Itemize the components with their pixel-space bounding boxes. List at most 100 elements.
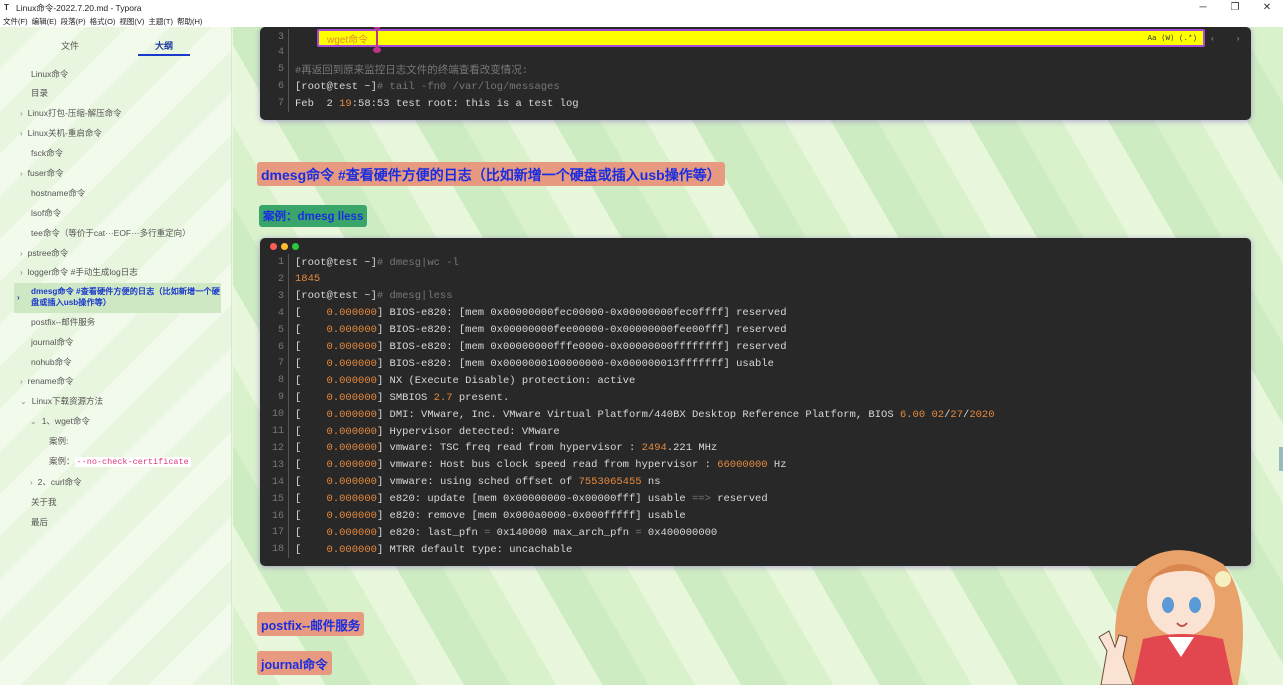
minimize-icon[interactable]: ─ <box>1187 0 1219 15</box>
code-line: 11 [ 0.000000] Hypervisor detected: VMwar… <box>260 423 560 440</box>
code-text: [ <box>295 493 327 506</box>
outline-item-label: 最后 <box>31 517 49 527</box>
green-dot-icon <box>292 243 299 250</box>
outline-item[interactable]: fsck命令 <box>31 147 63 159</box>
code-prompt: [root@test ~] <box>295 80 377 93</box>
outline-item[interactable]: 关于我 <box>31 496 57 508</box>
code-number: 2020 <box>969 408 995 421</box>
code-comment: #再返回到原来监控日志文件的终端查看改变情况: <box>295 65 529 77</box>
scrollbar-thumb[interactable] <box>1279 447 1283 471</box>
outline-item[interactable]: 最后 <box>31 516 48 528</box>
code-text: [ <box>295 324 327 337</box>
code-line: 5 [ 0.000000] BIOS-e820: [mem 0x00000000f… <box>260 321 787 339</box>
chevron-right-icon[interactable]: › <box>20 129 23 138</box>
outline-item[interactable]: Linux命令 <box>31 68 68 80</box>
menu-file[interactable]: 文件(F) <box>3 16 28 27</box>
menu-edit[interactable]: 编辑(E) <box>32 16 57 27</box>
chevron-right-icon[interactable]: › <box>20 169 23 178</box>
code-line: 13 [ 0.000000] vmware: Host bus clock spe… <box>260 456 787 474</box>
code-text: ] vmware: TSC freq read from hypervisor … <box>376 442 642 455</box>
menu-view[interactable]: 视图(V) <box>119 16 144 27</box>
outline-item[interactable]: › pstree命令 <box>20 247 68 259</box>
code-number: 0.000000 <box>326 307 377 320</box>
code-line: 4 [ 0.000000] BIOS-e820: [mem 0x00000000f… <box>260 304 787 322</box>
chevron-right-icon[interactable]: › <box>20 249 23 258</box>
editor-pane[interactable]: 3 4 5 #再返回到原来监控日志文件的终端查看改变情况: 6 [root@test… <box>233 27 1283 685</box>
outline-item-label: rename命令 <box>27 376 74 386</box>
outline-item[interactable]: ⌄ 1、wget命令 <box>30 415 90 427</box>
outline-item[interactable]: 目录 <box>31 87 48 99</box>
code-block[interactable]: 1 [root@test ~] # dmesg|wc -l 2 1845 3 [root@t… <box>260 238 1251 566</box>
outline-item[interactable]: › logger命令 #手动生成log日志 <box>20 266 138 278</box>
code-number: 0.000000 <box>326 459 377 472</box>
line-number: 18 <box>271 544 284 556</box>
text-cursor <box>373 27 381 53</box>
outline-item[interactable]: lsof命令 <box>31 207 61 219</box>
chevron-right-icon[interactable]: › <box>20 109 23 118</box>
outline-item[interactable]: › Linux关机-重启命令 <box>20 127 102 139</box>
outline-item-label: Linux命令 <box>31 69 69 79</box>
code-line: 18 [ 0.000000] MTRR default type: uncacha… <box>260 541 572 559</box>
heading-journal: journal命令 <box>257 651 332 675</box>
code-number: 0.000000 <box>326 341 377 353</box>
outline-item[interactable]: › Linux打包-压缩-解压命令 <box>20 107 122 119</box>
tab-outline[interactable]: 大纲 <box>155 39 173 52</box>
chevron-right-icon[interactable]: › <box>20 268 23 277</box>
find-input[interactable]: wget命令 <box>327 31 368 46</box>
menu-paragraph[interactable]: 段落(P) <box>61 16 86 27</box>
code-text: reserved <box>710 493 768 506</box>
outline-item[interactable]: 案例: <box>49 435 68 447</box>
find-options[interactable]: Aa ⟨W⟩ (.*) <box>1147 33 1197 43</box>
outline-item[interactable]: nohub命令 <box>31 356 72 368</box>
typora-app-icon: T <box>4 3 9 12</box>
outline-item[interactable]: journal命令 <box>31 336 74 348</box>
find-bar[interactable]: wget命令 Aa ⟨W⟩ (.*) <box>317 27 1205 53</box>
close-window-icon[interactable]: ✕ <box>1251 0 1283 15</box>
outline-item-label: pstree命令 <box>27 248 69 258</box>
chevron-down-icon[interactable]: ⌄ <box>20 397 27 406</box>
chevron-right-icon[interactable]: › <box>20 377 23 386</box>
code-number: 66000000 <box>717 459 768 472</box>
outline-item-label: fsck命令 <box>31 148 64 158</box>
outline-item[interactable]: tee命令（等价于cat···EOF···多行重定向） <box>31 227 191 239</box>
line-number: 5 <box>277 64 284 75</box>
outline-item[interactable]: hostname命令 <box>31 187 85 199</box>
code-text: [ <box>295 307 327 320</box>
find-nav-icons[interactable]: ‹ › <box>1210 35 1248 44</box>
code-number: 27 <box>950 408 963 421</box>
code-number: 2.7 <box>433 391 453 404</box>
outline-item[interactable]: 案例： --no-check-certificate <box>49 455 191 467</box>
chevron-right-icon[interactable]: › <box>30 478 33 487</box>
code-text: [ <box>295 526 327 539</box>
code-text: [ <box>295 510 327 522</box>
menu-help[interactable]: 帮助(H) <box>177 16 202 27</box>
chevron-right-icon[interactable]: › <box>17 292 20 303</box>
outline-item-label: 2、curl命令 <box>37 477 82 487</box>
line-number: 2 <box>277 273 284 285</box>
outline-item-active[interactable]: › dmesg命令 #查看硬件方便的日志（比如新增一个硬盘或插入usb操作等） <box>14 283 221 313</box>
code-text: ] vmware: Host bus clock speed read from… <box>376 459 718 472</box>
restore-icon[interactable]: ❐ <box>1219 0 1251 15</box>
window-controls: ─ ❐ ✕ <box>1187 0 1283 15</box>
outline-item-label: Linux打包-压缩-解压命令 <box>27 108 122 118</box>
chevron-down-icon[interactable]: ⌄ <box>30 417 37 426</box>
menu-theme[interactable]: 主题(T) <box>148 16 173 27</box>
menu-format[interactable]: 格式(O) <box>90 16 116 27</box>
line-number: 1 <box>277 257 284 268</box>
outline-item[interactable]: › fuser命令 <box>20 167 64 179</box>
outline-item[interactable]: ⌄ Linux下载资源方法 <box>20 395 103 407</box>
code-block[interactable]: 3 4 5 #再返回到原来监控日志文件的终端查看改变情况: 6 [root@test… <box>260 27 1251 120</box>
outline-item[interactable]: postfix--邮件服务 <box>31 316 95 328</box>
inline-code: --no-check-certificate <box>74 457 191 467</box>
outline-item[interactable]: › rename命令 <box>20 375 74 387</box>
tab-files[interactable]: 文件 <box>61 39 79 52</box>
anime-character-image <box>1098 550 1243 685</box>
outline-item-label: postfix--邮件服务 <box>31 317 96 327</box>
outline-item[interactable]: › 2、curl命令 <box>30 476 82 488</box>
outline-item-label: 1、wget命令 <box>41 416 90 426</box>
code-text: ] BIOS-e820: [mem 0x0000000100000000-0x0… <box>376 357 774 370</box>
code-number: 0.000000 <box>326 442 377 455</box>
code-command: ==> <box>692 493 711 506</box>
sidebar: 文件 大纲 Linux命令 目录 › Linux打包-压缩-解压命令 › Linux… <box>0 27 232 685</box>
code-text: 0x400000000 <box>641 526 718 539</box>
